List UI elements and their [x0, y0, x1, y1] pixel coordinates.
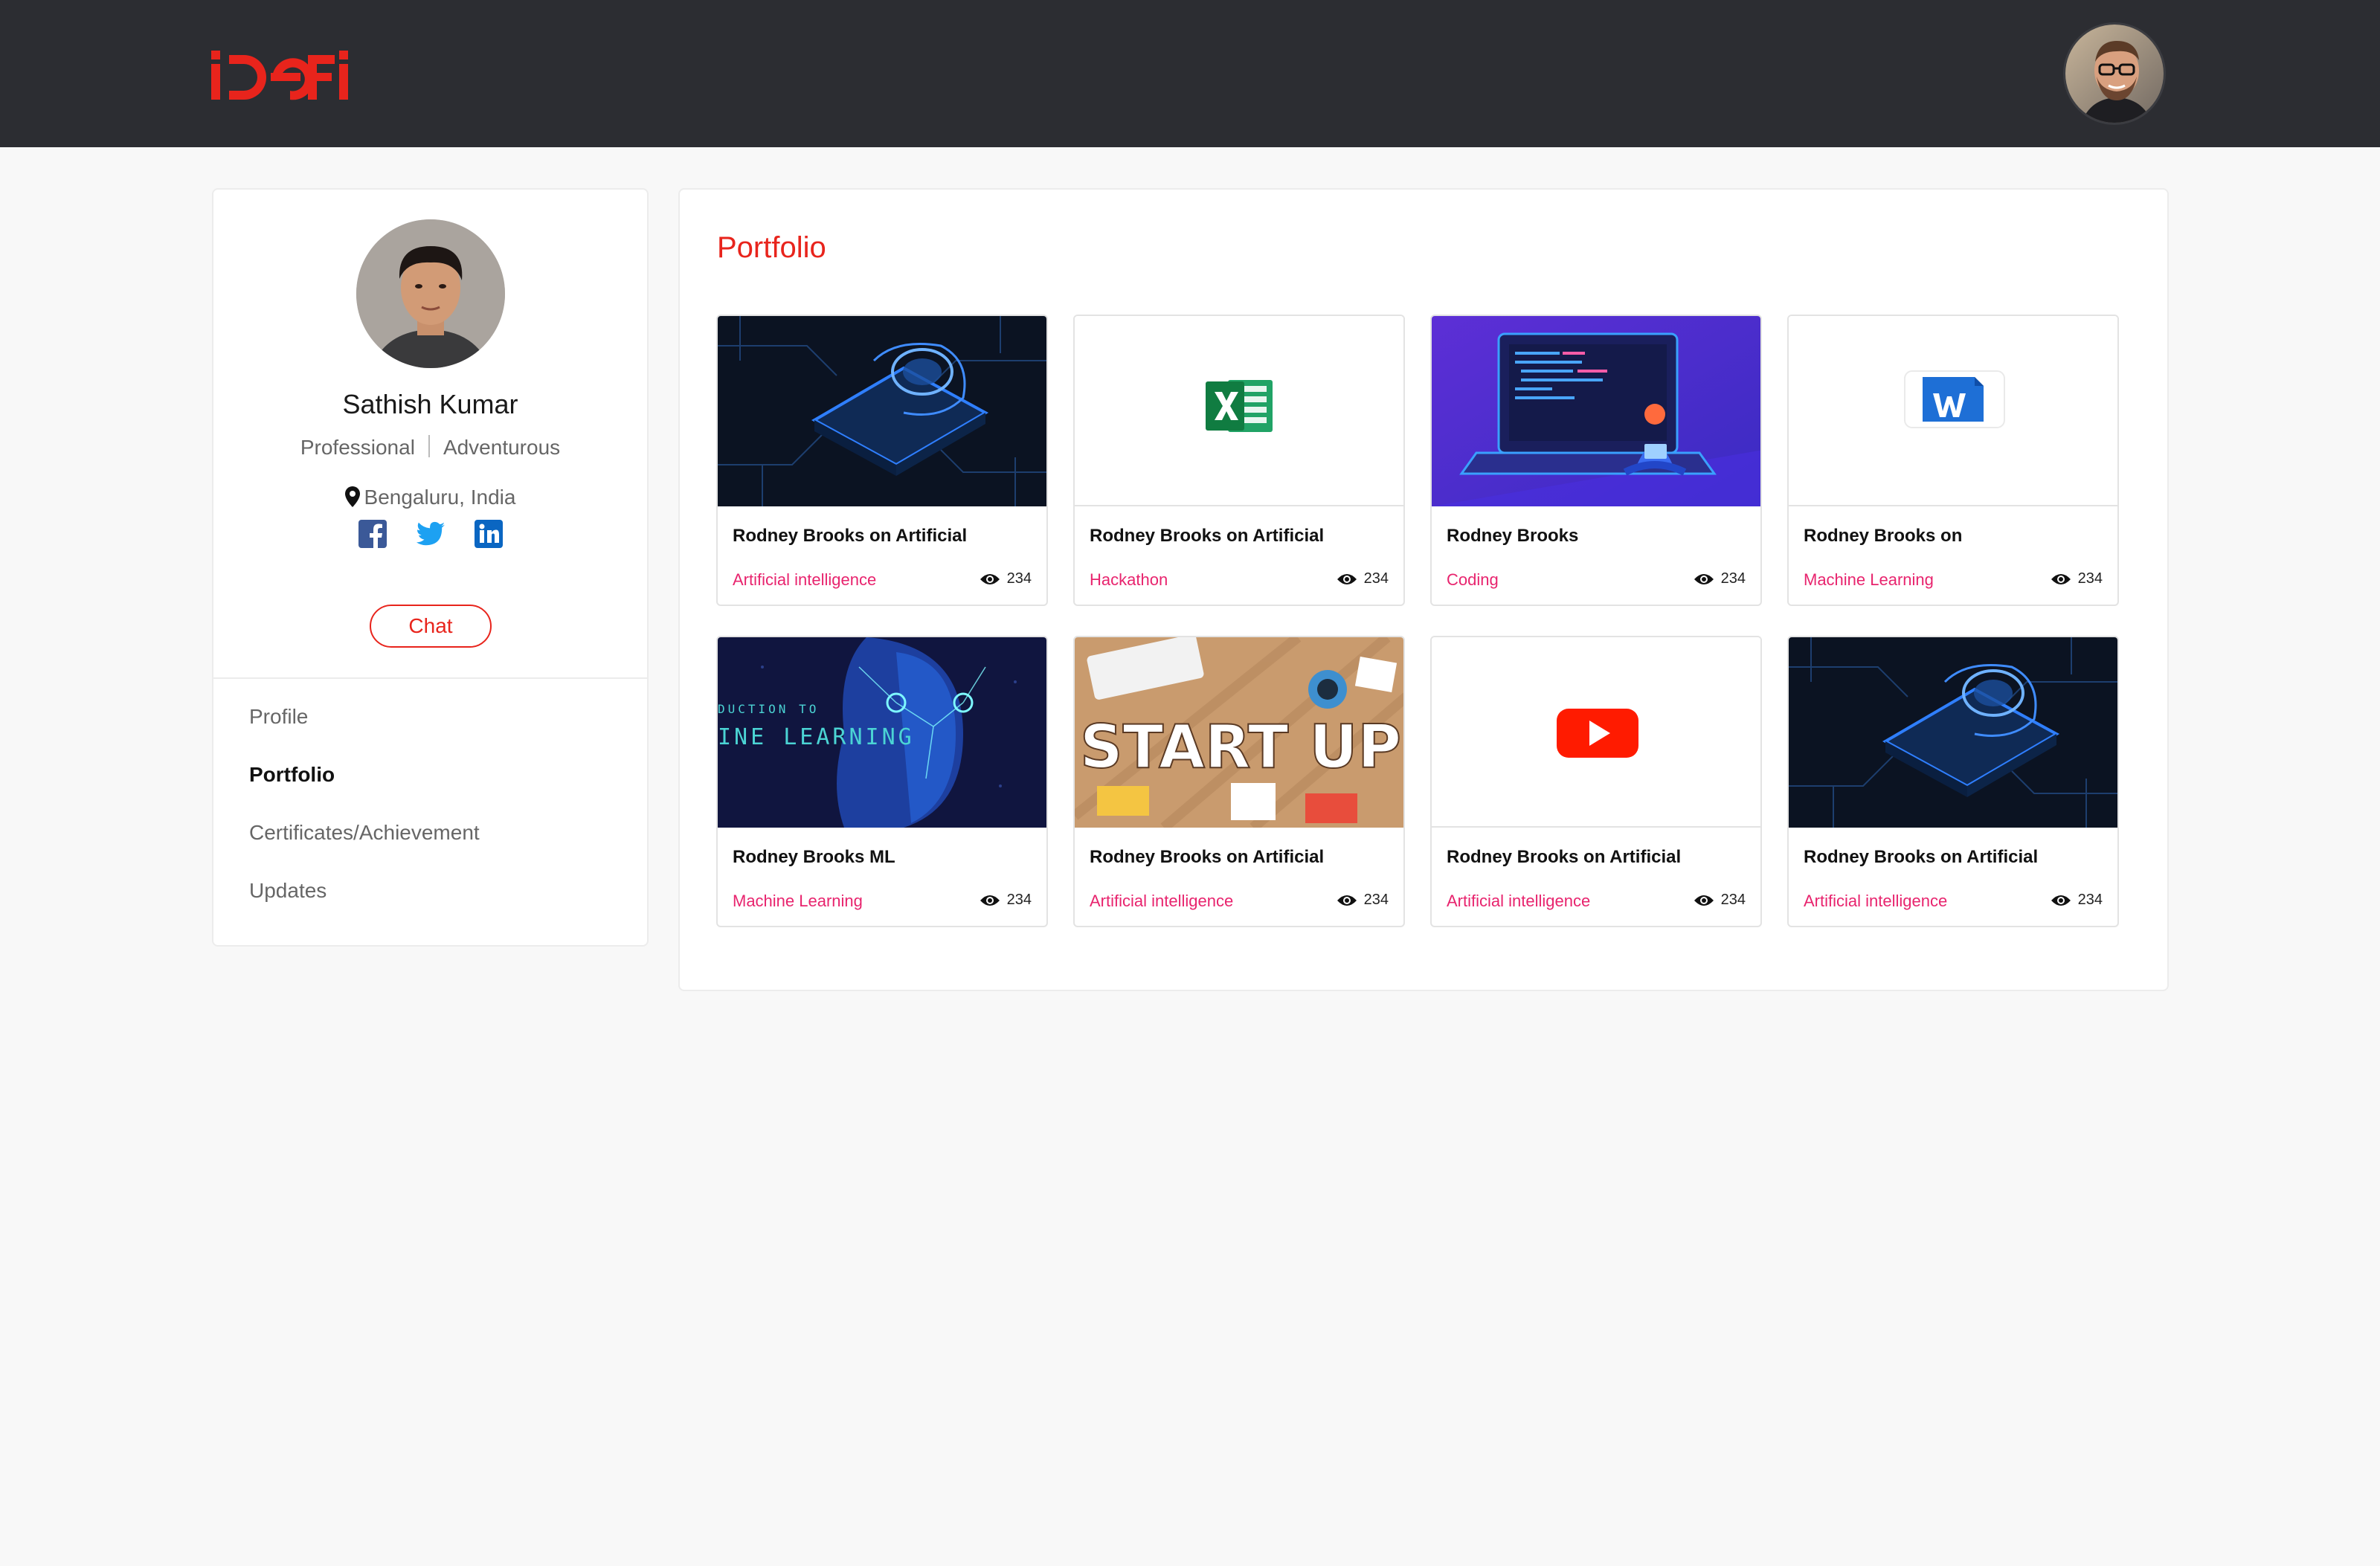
- startup-thumb-text: START UP: [1080, 712, 1401, 782]
- tile-category[interactable]: Coding: [1447, 570, 1499, 590]
- tile-title: Rodney Brooks on Artificial: [1447, 847, 1682, 867]
- profile-card: Sathish Kumar Professional Adventurous Be…: [212, 188, 649, 947]
- tile-category[interactable]: Artificial intelligence: [1090, 892, 1233, 911]
- tile-category[interactable]: Hackathon: [1090, 570, 1168, 590]
- ml-thumb-text: INE LEARNING: [718, 724, 915, 750]
- profile-location: Bengaluru, India: [213, 486, 647, 509]
- views-count: 234: [2077, 892, 2103, 908]
- eye-icon: [980, 895, 1000, 906]
- tile-views: 234: [1694, 570, 1746, 587]
- tile-views: 234: [1337, 570, 1389, 587]
- tile-views: 234: [980, 892, 1032, 909]
- portfolio-title: Portfolio: [717, 231, 826, 264]
- profile-tag: Professional: [300, 436, 415, 459]
- eye-icon: [1694, 895, 1714, 906]
- idefi-logo[interactable]: [208, 45, 350, 104]
- portfolio-tile[interactable]: Rodney Brooks Coding 234: [1430, 315, 1762, 606]
- tile-views: 234: [2051, 570, 2103, 587]
- nav-item-portfolio[interactable]: Portfolio: [249, 761, 480, 819]
- tile-title: Rodney Brooks on: [1804, 526, 1963, 546]
- eye-icon: [2051, 573, 2071, 584]
- word-thumbnail: [1789, 316, 2117, 506]
- eye-icon: [1337, 895, 1357, 906]
- coding-thumbnail: [1432, 316, 1760, 506]
- top-navbar: [0, 0, 2380, 147]
- portfolio-tile[interactable]: Rodney Brooks on Machine Learning 234: [1787, 315, 2119, 606]
- tile-category[interactable]: Artificial intelligence: [1804, 892, 1947, 911]
- location-pin-icon: [344, 486, 360, 507]
- portfolio-tile[interactable]: Rodney Brooks on Artificial Artificial i…: [1787, 636, 2119, 927]
- eye-icon: [2051, 895, 2071, 906]
- views-count: 234: [2077, 570, 2103, 587]
- views-count: 234: [1006, 570, 1032, 587]
- tag-separator: [428, 435, 430, 457]
- tile-category[interactable]: Artificial intelligence: [733, 570, 876, 590]
- tile-category[interactable]: Artificial intelligence: [1447, 892, 1590, 911]
- profile-side-nav: Profile Portfolio Certificates/Achieveme…: [249, 703, 480, 935]
- views-count: 234: [1720, 892, 1746, 908]
- profile-tags: Professional Adventurous: [213, 435, 647, 460]
- ml-thumb-small-text: DUCTION TO: [718, 702, 819, 716]
- tile-category[interactable]: Machine Learning: [1804, 570, 1934, 590]
- views-count: 234: [1363, 570, 1389, 587]
- linkedin-icon[interactable]: [474, 520, 503, 548]
- youtube-thumbnail: [1432, 637, 1760, 828]
- views-count: 234: [1006, 892, 1032, 908]
- ai-chip-thumbnail: [1789, 637, 2117, 828]
- portfolio-tile[interactable]: Rodney Brooks on Artificial Artificial i…: [716, 315, 1048, 606]
- profile-name: Sathish Kumar: [342, 389, 518, 419]
- tile-title: Rodney Brooks on Artificial: [1804, 847, 2039, 867]
- views-count: 234: [1363, 892, 1389, 908]
- eye-icon: [980, 573, 1000, 584]
- tile-title: Rodney Brooks on Artificial: [1090, 847, 1325, 867]
- tile-title: Rodney Brooks on Artificial: [1090, 526, 1325, 546]
- logo-mark: [211, 51, 348, 100]
- chat-button[interactable]: Chat: [370, 605, 492, 648]
- location-text: Bengaluru, India: [364, 486, 516, 509]
- youtube-icon: [1554, 706, 1641, 761]
- portfolio-tile[interactable]: Rodney Brooks on Artificial Hackathon 23…: [1073, 315, 1405, 606]
- tile-views: 234: [2051, 892, 2103, 909]
- profile-avatar: [356, 219, 505, 368]
- user-avatar[interactable]: [2063, 22, 2166, 125]
- nav-item-certificates[interactable]: Certificates/Achievement: [249, 819, 480, 877]
- tile-title: Rodney Brooks on Artificial: [733, 526, 968, 546]
- machine-learning-thumbnail: DUCTION TO INE LEARNING: [718, 637, 1046, 828]
- tile-views: 234: [980, 570, 1032, 587]
- tile-category[interactable]: Machine Learning: [733, 892, 863, 911]
- twitter-icon[interactable]: [416, 520, 445, 548]
- card-divider: [213, 677, 647, 679]
- eye-icon: [1694, 573, 1714, 584]
- tile-views: 234: [1337, 892, 1389, 909]
- portfolio-panel: Portfolio Rodney Brooks on Artificial Ar…: [678, 188, 2169, 991]
- portfolio-tile[interactable]: START UP Rodney Brooks on Artificial Art…: [1073, 636, 1405, 927]
- tile-views: 234: [1694, 892, 1746, 909]
- eye-icon: [1337, 573, 1357, 584]
- portfolio-tile[interactable]: Rodney Brooks on Artificial Artificial i…: [1430, 636, 1762, 927]
- views-count: 234: [1720, 570, 1746, 587]
- tile-title: Rodney Brooks: [1447, 526, 1579, 546]
- facebook-icon[interactable]: [358, 520, 387, 548]
- nav-item-updates[interactable]: Updates: [249, 877, 480, 935]
- tile-title: Rodney Brooks ML: [733, 847, 895, 867]
- ai-chip-thumbnail: [718, 316, 1046, 506]
- nav-item-profile[interactable]: Profile: [249, 703, 480, 761]
- profile-tag: Adventurous: [443, 436, 561, 459]
- portfolio-tile[interactable]: DUCTION TO INE LEARNING Rodney Brooks ML…: [716, 636, 1048, 927]
- excel-thumbnail: [1075, 316, 1403, 506]
- startup-thumbnail: START UP: [1075, 637, 1403, 828]
